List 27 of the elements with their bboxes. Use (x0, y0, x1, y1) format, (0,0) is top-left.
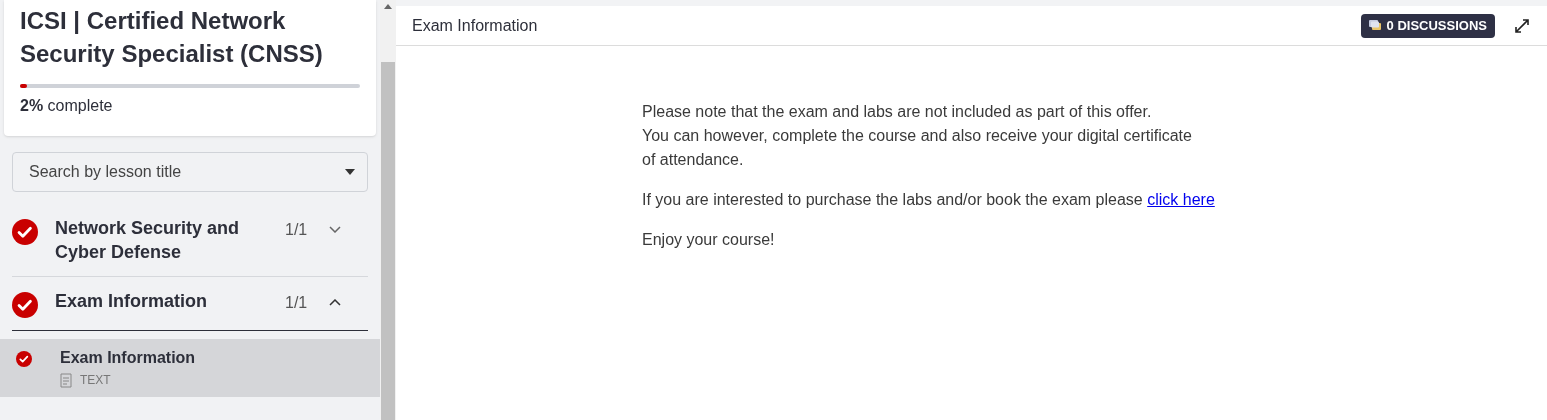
lesson-count: 1/1 (285, 220, 308, 240)
lesson-item[interactable]: Exam Information TEXT (0, 339, 380, 397)
expand-icon[interactable] (1513, 16, 1531, 35)
scrollbar[interactable] (380, 0, 396, 420)
section-title: Network Security and Cyber Defense (55, 217, 241, 264)
paragraph: Enjoy your course! (642, 230, 776, 250)
section-title: Exam Information (55, 290, 209, 313)
document-icon (60, 372, 72, 388)
link[interactable]: click here (1147, 191, 1215, 208)
section-header[interactable]: Exam Information 1/1 (12, 277, 368, 331)
discussions-button[interactable]: 0 DISCUSSIONS (1360, 13, 1495, 38)
paragraph: If you are interested to purchase the labs and/or book the exam please click here (642, 190, 1216, 210)
paragraph: Please note that the exam and labs are not included as part of this offer. You can however, complete the course and also receive your digital certificate of attendance. (642, 102, 1193, 170)
caret-icon[interactable] (345, 169, 355, 175)
chevron-down-icon (329, 226, 342, 233)
course-title: ICSI | Certified Network Security Specialist (CNSS) (20, 6, 324, 69)
scroll-up-icon[interactable] (384, 4, 392, 9)
search-field[interactable]: Search by lesson title (12, 152, 368, 192)
lesson-count: 1/1 (285, 293, 308, 313)
section-header[interactable]: Network Security and Cyber Defense 1/1 (12, 204, 368, 277)
chat-icon (1368, 20, 1381, 31)
progress-label: 2% complete (20, 96, 114, 116)
lesson-title: Exam Information (60, 348, 196, 368)
scrollbar-thumb[interactable] (381, 62, 395, 420)
lesson-type: TEXT (80, 372, 111, 389)
chevron-up-icon (329, 299, 342, 306)
lesson-title: Exam Information (412, 15, 538, 36)
